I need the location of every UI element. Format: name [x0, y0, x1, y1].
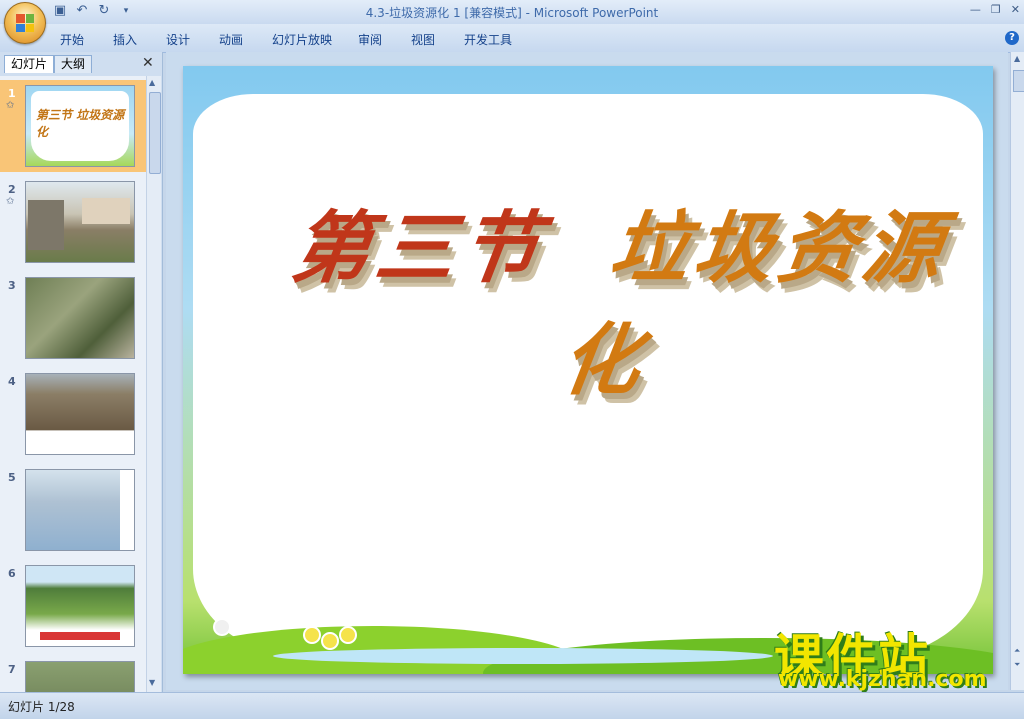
thumbnail-image [25, 181, 135, 263]
title-section: 第三节 [286, 203, 552, 294]
slide-thumbnail-2[interactable]: 2 ✩ [0, 176, 146, 268]
slide-number: 5 [8, 471, 16, 484]
thumbnail-image [25, 373, 135, 455]
flower-decoration [303, 626, 321, 644]
tab-slides[interactable]: 幻灯片 [4, 55, 55, 73]
slide-number: 2 [8, 183, 16, 196]
status-bar: 幻灯片 1/28 [0, 692, 1024, 719]
slide-thumbnail-6[interactable]: 6 [0, 560, 146, 652]
thumbnail-image [25, 565, 135, 647]
slide-thumbnail-5[interactable]: 5 [0, 464, 146, 556]
scroll-thumb[interactable] [1013, 70, 1024, 92]
tab-developer[interactable]: 开发工具 [464, 31, 517, 48]
close-icon[interactable]: ✕ [1011, 3, 1020, 16]
thumbnail-image [25, 277, 135, 359]
next-slide-icon[interactable]: ⏷ [1014, 660, 1020, 670]
tab-review[interactable]: 审阅 [358, 31, 411, 48]
stream-decoration [273, 648, 773, 664]
tab-insert[interactable]: 插入 [113, 31, 166, 48]
tab-design[interactable]: 设计 [166, 31, 219, 48]
slide-number: 4 [8, 375, 16, 388]
thumbnail-image [25, 469, 135, 551]
help-icon[interactable]: ? [1005, 31, 1019, 45]
slide-editor: 第三节 垃圾资源化 [166, 52, 1008, 690]
slide-number: 6 [8, 567, 16, 580]
tab-slideshow[interactable]: 幻灯片放映 [272, 31, 358, 48]
tab-animations[interactable]: 动画 [219, 31, 272, 48]
thumbnail-image [25, 661, 135, 692]
watermark-url: www.kjzhan.com [778, 667, 987, 692]
thumbnail-image: 第三节 垃圾资源化 [25, 85, 135, 167]
scroll-up-icon[interactable]: ▲ [149, 78, 155, 87]
current-slide[interactable]: 第三节 垃圾资源化 [183, 66, 993, 674]
ribbon-tabs: 开始 插入 设计 动画 幻灯片放映 审阅 视图 开发工具 ? [0, 24, 1024, 53]
animation-star-icon: ✩ [6, 196, 15, 207]
slide-number: 3 [8, 279, 16, 292]
thumbnail-list: 1 ✩ 第三节 垃圾资源化 2 ✩ 3 4 5 6 7 [0, 76, 146, 692]
scroll-up-icon[interactable]: ▲ [1014, 54, 1020, 63]
slide-thumbnail-3[interactable]: 3 [0, 272, 146, 364]
slide-thumbnail-1[interactable]: 1 ✩ 第三节 垃圾资源化 [0, 80, 146, 172]
flower-decoration [213, 618, 231, 636]
slide-number: 1 [8, 87, 16, 100]
scroll-down-icon[interactable]: ▼ [149, 678, 155, 687]
tab-outline[interactable]: 大纲 [54, 55, 93, 73]
tab-view[interactable]: 视图 [411, 31, 464, 48]
editor-scrollbar[interactable]: ▲ ⏶ ⏷ [1010, 52, 1024, 690]
close-pane-icon[interactable]: ✕ [142, 55, 154, 71]
thumbnail-scrollbar[interactable]: ▲ ▼ [146, 76, 161, 692]
animation-star-icon: ✩ [6, 100, 15, 111]
slide-number: 7 [8, 663, 16, 676]
slide-counter: 幻灯片 1/28 [8, 700, 75, 714]
minimize-icon[interactable]: — [970, 3, 981, 16]
slides-pane: 幻灯片 大纲 ✕ 1 ✩ 第三节 垃圾资源化 2 ✩ 3 4 5 6 7 ▲ ▼ [0, 52, 163, 692]
window-title: 4.3-垃圾资源化 1 [兼容模式] - Microsoft PowerPoin… [365, 6, 659, 20]
office-logo-icon [16, 14, 34, 32]
title-topic: 垃圾资源化 [555, 203, 954, 406]
restore-icon[interactable]: ❐ [991, 3, 1001, 16]
window-controls: — ❐ ✕ [970, 3, 1020, 16]
previous-slide-icon[interactable]: ⏶ [1014, 646, 1020, 656]
flower-decoration [339, 626, 357, 644]
slide-title[interactable]: 第三节 垃圾资源化 [247, 186, 978, 410]
office-button[interactable] [4, 2, 46, 44]
tab-home[interactable]: 开始 [60, 31, 113, 48]
title-bar: ▣ ↶ ↻ ▾ 4.3-垃圾资源化 1 [兼容模式] - Microsoft P… [0, 0, 1024, 44]
scroll-thumb[interactable] [149, 92, 161, 174]
flower-decoration [321, 632, 339, 650]
slide-thumbnail-7[interactable]: 7 [0, 656, 146, 692]
slide-thumbnail-4[interactable]: 4 [0, 368, 146, 460]
